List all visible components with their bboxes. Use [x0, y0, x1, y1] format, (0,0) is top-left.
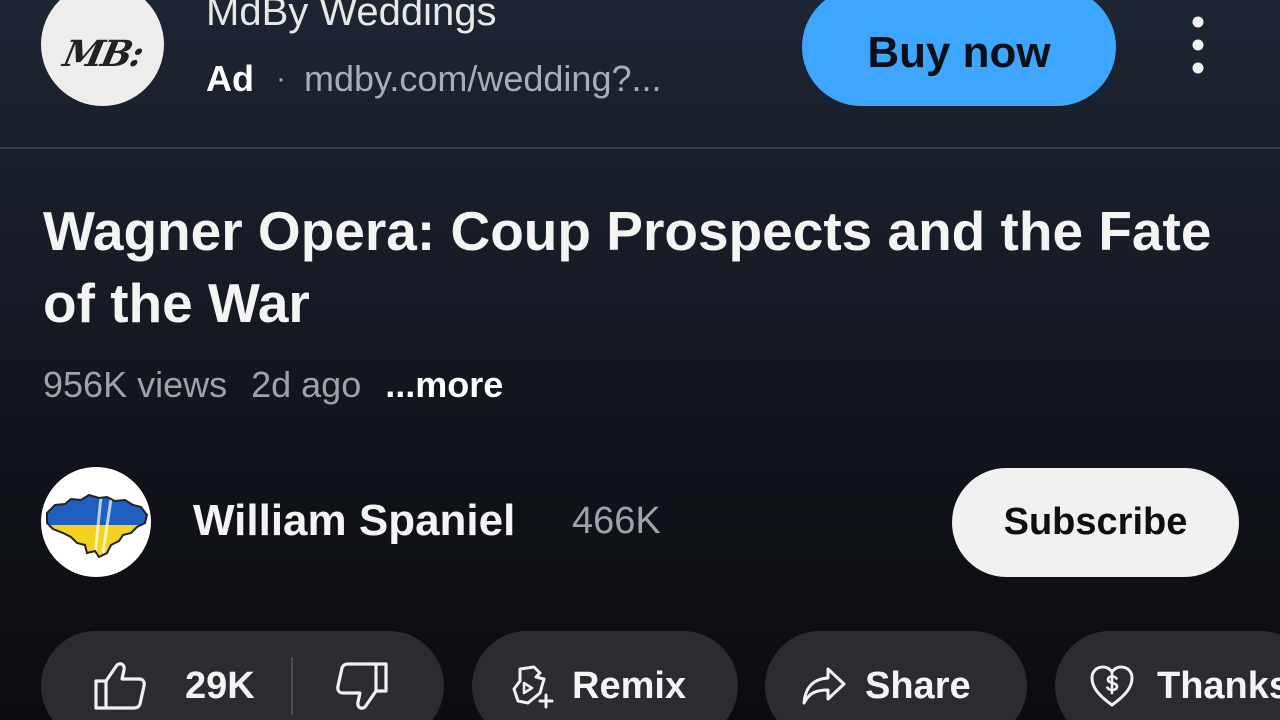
- remix-button[interactable]: Remix: [472, 631, 738, 720]
- advertiser-logo[interactable]: MB:: [41, 0, 164, 106]
- ad-separator: ·: [276, 62, 286, 95]
- share-label: Share: [865, 664, 971, 707]
- thumbs-down-icon: [335, 662, 388, 710]
- more-vert-icon[interactable]: [1178, 14, 1218, 78]
- advertiser-logo-text: MB:: [59, 32, 146, 75]
- ad-url[interactable]: mdby.com/wedding?...: [304, 58, 662, 100]
- dislike-button[interactable]: [293, 631, 389, 720]
- like-button[interactable]: 29K: [41, 631, 255, 720]
- thumbs-up-icon: [94, 662, 146, 710]
- channel-name[interactable]: William Spaniel: [193, 496, 515, 546]
- buy-now-button[interactable]: Buy now: [802, 0, 1116, 106]
- remix-icon: [512, 665, 554, 709]
- ukraine-map-avatar: [46, 493, 149, 559]
- thanks-label: Thanks: [1157, 664, 1280, 707]
- channel-avatar[interactable]: [41, 467, 151, 577]
- thanks-button[interactable]: Thanks: [1055, 631, 1280, 720]
- share-button[interactable]: Share: [765, 631, 1027, 720]
- ad-label: Ad: [206, 58, 254, 99]
- share-arrow-icon: [802, 667, 846, 705]
- ad-meta: Ad · mdby.com/wedding?...: [206, 58, 662, 100]
- video-title[interactable]: Wagner Opera: Coup Prospects and the Fat…: [43, 195, 1243, 339]
- advertiser-name[interactable]: MdBy Weddings: [206, 0, 497, 35]
- heart-dollar-icon: [1090, 665, 1134, 707]
- divider: [0, 147, 1280, 149]
- ad-banner[interactable]: MB: MdBy Weddings Ad · mdby.com/wedding?…: [0, 0, 1280, 148]
- view-count: 956K views: [43, 364, 228, 405]
- remix-label: Remix: [572, 664, 687, 707]
- more-link[interactable]: ...more: [385, 364, 503, 405]
- subscribe-button[interactable]: Subscribe: [952, 468, 1239, 577]
- subscriber-count: 466K: [572, 500, 661, 542]
- like-dislike-pill: 29K: [41, 631, 444, 720]
- like-count: 29K: [185, 664, 255, 707]
- upload-age: 2d ago: [251, 364, 362, 405]
- video-meta[interactable]: 956K views 2d ago ...more: [43, 364, 503, 406]
